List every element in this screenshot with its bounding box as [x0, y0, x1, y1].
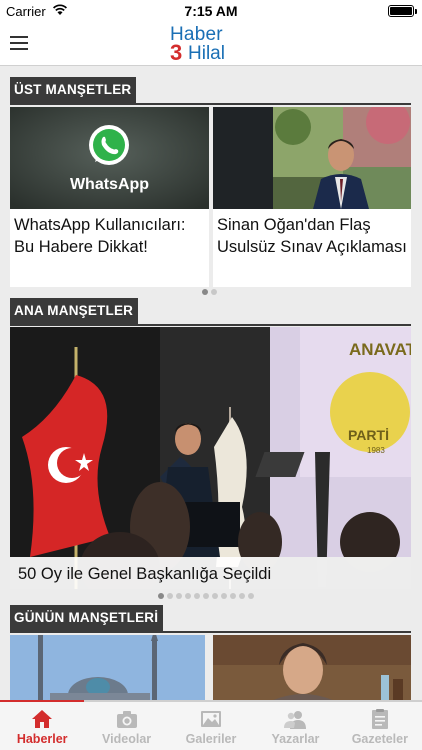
news-photo [213, 635, 411, 700]
page-dot[interactable] [203, 593, 209, 599]
tab-haberler[interactable]: Haberler [0, 700, 85, 750]
tab-gazeteler[interactable]: Gazeteler [338, 702, 422, 750]
page-dot[interactable] [185, 593, 191, 599]
news-card-title: Sinan Oğan'dan Flaş Usulsüz Sınav Açıkla… [217, 216, 407, 256]
newspaper-icon [371, 709, 388, 729]
camera-icon [116, 711, 137, 728]
section-title-gunun: GÜNÜN MANŞETLERİ [10, 605, 164, 631]
headline-card-main[interactable]: ANAVAT PARTİ 1983 50 Oy ile Genel Başkan… [10, 327, 411, 589]
tab-galeriler[interactable]: Galeriler [169, 702, 253, 750]
whatsapp-image-text: WhatsApp [69, 176, 150, 193]
news-photo: ANAVAT PARTİ 1983 [10, 327, 411, 589]
news-card-whatsapp[interactable]: WhatsApp WhatsApp Kullanıcıları: Bu Habe… [10, 107, 209, 287]
news-card-title: WhatsApp Kullanıcıları: Bu Habere Dikkat… [14, 216, 186, 256]
home-icon [32, 710, 53, 728]
banner-text: 1983 [367, 446, 385, 455]
tab-videolar[interactable]: Videolar [84, 702, 168, 750]
section-divider [10, 103, 411, 105]
page-dot[interactable] [176, 593, 182, 599]
tab-bar: Haberler Videolar Galeriler Yazarlar Gaz… [0, 700, 422, 750]
tab-label: Haberler [16, 732, 68, 746]
page-dot[interactable] [230, 593, 236, 599]
page-dot[interactable] [211, 289, 217, 295]
section-divider [10, 324, 411, 326]
content-scroll[interactable]: ÜST MANŞETLER WhatsApp WhatsApp Kullanıc… [0, 67, 422, 700]
section-title-ana: ANA MANŞETLER [10, 298, 139, 324]
status-time: 7:15 AM [184, 3, 238, 19]
carousel-dots-ana [158, 593, 254, 599]
nav-bar: Haber 3 Hilal [0, 22, 422, 66]
tab-label: Videolar [102, 732, 152, 746]
status-bar: Carrier 7:15 AM [0, 0, 422, 22]
news-photo [10, 623, 205, 700]
page-dot[interactable] [248, 593, 254, 599]
page-dot[interactable] [194, 593, 200, 599]
news-card-sinan-ogan[interactable]: Sinan Oğan'dan Flaş Usulsüz Sınav Açıkla… [213, 107, 411, 287]
logo-word-hilal: Hilal [188, 43, 225, 64]
battery-icon [388, 5, 417, 17]
news-card-aksener[interactable] [213, 635, 411, 700]
carousel-dots-ust [202, 289, 217, 295]
news-photo [213, 107, 411, 209]
gallery-icon [201, 711, 222, 727]
page-dot[interactable] [158, 593, 164, 599]
section-divider [10, 631, 411, 633]
banner-text: ANAVAT [349, 340, 411, 359]
tab-label: Yazarlar [271, 732, 320, 746]
tab-yazarlar[interactable]: Yazarlar [253, 702, 337, 750]
page-dot[interactable] [212, 593, 218, 599]
menu-icon[interactable] [10, 36, 28, 50]
logo-number: 3 [170, 40, 183, 65]
headline-image: ANAVAT PARTİ 1983 [10, 327, 411, 589]
page-dot[interactable] [221, 593, 227, 599]
tab-label: Gazeteler [351, 732, 408, 746]
headline-caption: 50 Oy ile Genel Başkanlığa Seçildi [18, 565, 272, 583]
page-dot[interactable] [239, 593, 245, 599]
app-logo[interactable]: Haber 3 Hilal [168, 24, 258, 65]
news-image [213, 107, 411, 209]
page-dot[interactable] [202, 289, 208, 295]
section-title-ust: ÜST MANŞETLER [10, 77, 137, 103]
news-card-mosque[interactable] [10, 623, 205, 700]
page-dot[interactable] [167, 593, 173, 599]
tab-label: Galeriler [185, 732, 237, 746]
users-icon [284, 711, 307, 729]
banner-text: PARTİ [348, 427, 389, 443]
news-image: WhatsApp [10, 107, 209, 209]
